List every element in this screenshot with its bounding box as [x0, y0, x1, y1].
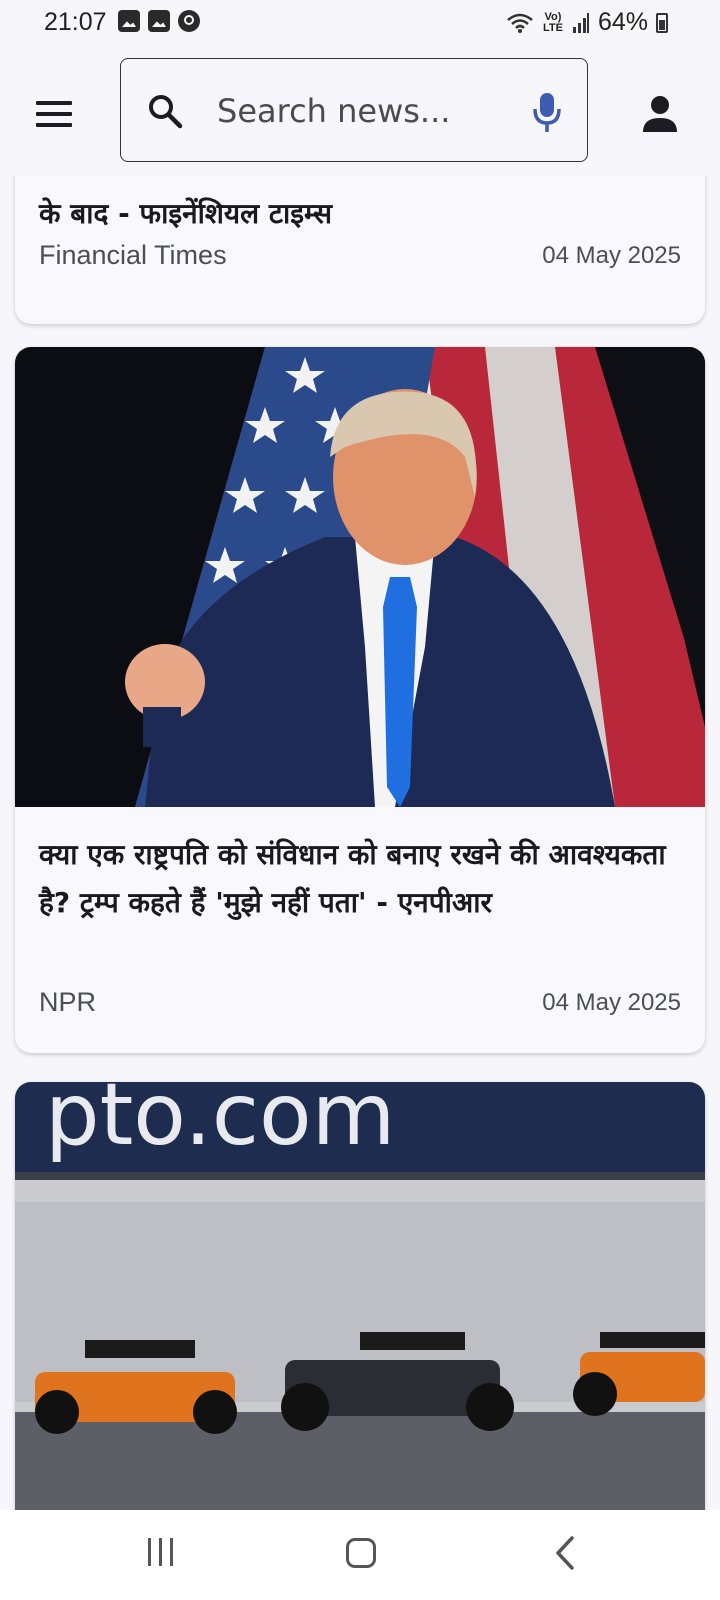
- article-image: pto.com: [15, 1082, 705, 1510]
- wifi-icon: [507, 13, 533, 33]
- image-icon: [118, 10, 140, 32]
- news-card[interactable]: क्या एक राष्ट्रपति को संविधान को बनाए रख…: [15, 347, 705, 1053]
- article-meta: NPR 04 May 2025: [39, 987, 681, 1018]
- system-icons: Vo) LTE 64%: [506, 8, 668, 37]
- signal-icon: [572, 12, 589, 33]
- top-app-bar: [0, 50, 720, 176]
- messenger-icon: [178, 10, 200, 32]
- article-date: 04 May 2025: [542, 241, 681, 269]
- navigation-bar: [0, 1510, 720, 1600]
- mic-icon[interactable]: [529, 91, 565, 133]
- notification-icons: [118, 10, 200, 32]
- account-icon[interactable]: [640, 94, 680, 134]
- hamburger-menu-icon[interactable]: [36, 90, 84, 138]
- back-icon[interactable]: [552, 1536, 580, 1570]
- news-card[interactable]: के बाद - फाइनेंशियल टाइम्स Financial Tim…: [15, 176, 705, 324]
- home-icon[interactable]: [346, 1538, 376, 1568]
- article-image: [15, 347, 705, 807]
- recent-apps-icon[interactable]: [146, 1538, 176, 1566]
- article-date: 04 May 2025: [542, 988, 681, 1016]
- volte-icon: Vo) LTE: [542, 10, 563, 34]
- status-time: 21:07: [44, 8, 107, 36]
- news-card[interactable]: pto.com: [15, 1082, 705, 1510]
- news-feed[interactable]: के बाद - फाइनेंशियल टाइम्स Financial Tim…: [0, 176, 720, 1510]
- search-icon: [149, 95, 183, 129]
- article-title: क्या एक राष्ट्रपति को संविधान को बनाए रख…: [39, 838, 666, 919]
- article-title: के बाद - फाइनेंशियल टाइम्स: [39, 197, 333, 230]
- article-source: NPR: [39, 987, 97, 1017]
- battery-percent: 64%: [597, 8, 648, 36]
- status-bar: 21:07 Vo) LTE 64%: [0, 0, 720, 50]
- article-source: Financial Times: [39, 240, 227, 270]
- banner-text: pto.com: [45, 1082, 395, 1165]
- article-meta: Financial Times 04 May 2025: [39, 240, 681, 271]
- battery-icon: [656, 12, 668, 33]
- search-input[interactable]: [217, 87, 527, 135]
- image-icon: [148, 10, 170, 32]
- search-bar[interactable]: [120, 58, 588, 162]
